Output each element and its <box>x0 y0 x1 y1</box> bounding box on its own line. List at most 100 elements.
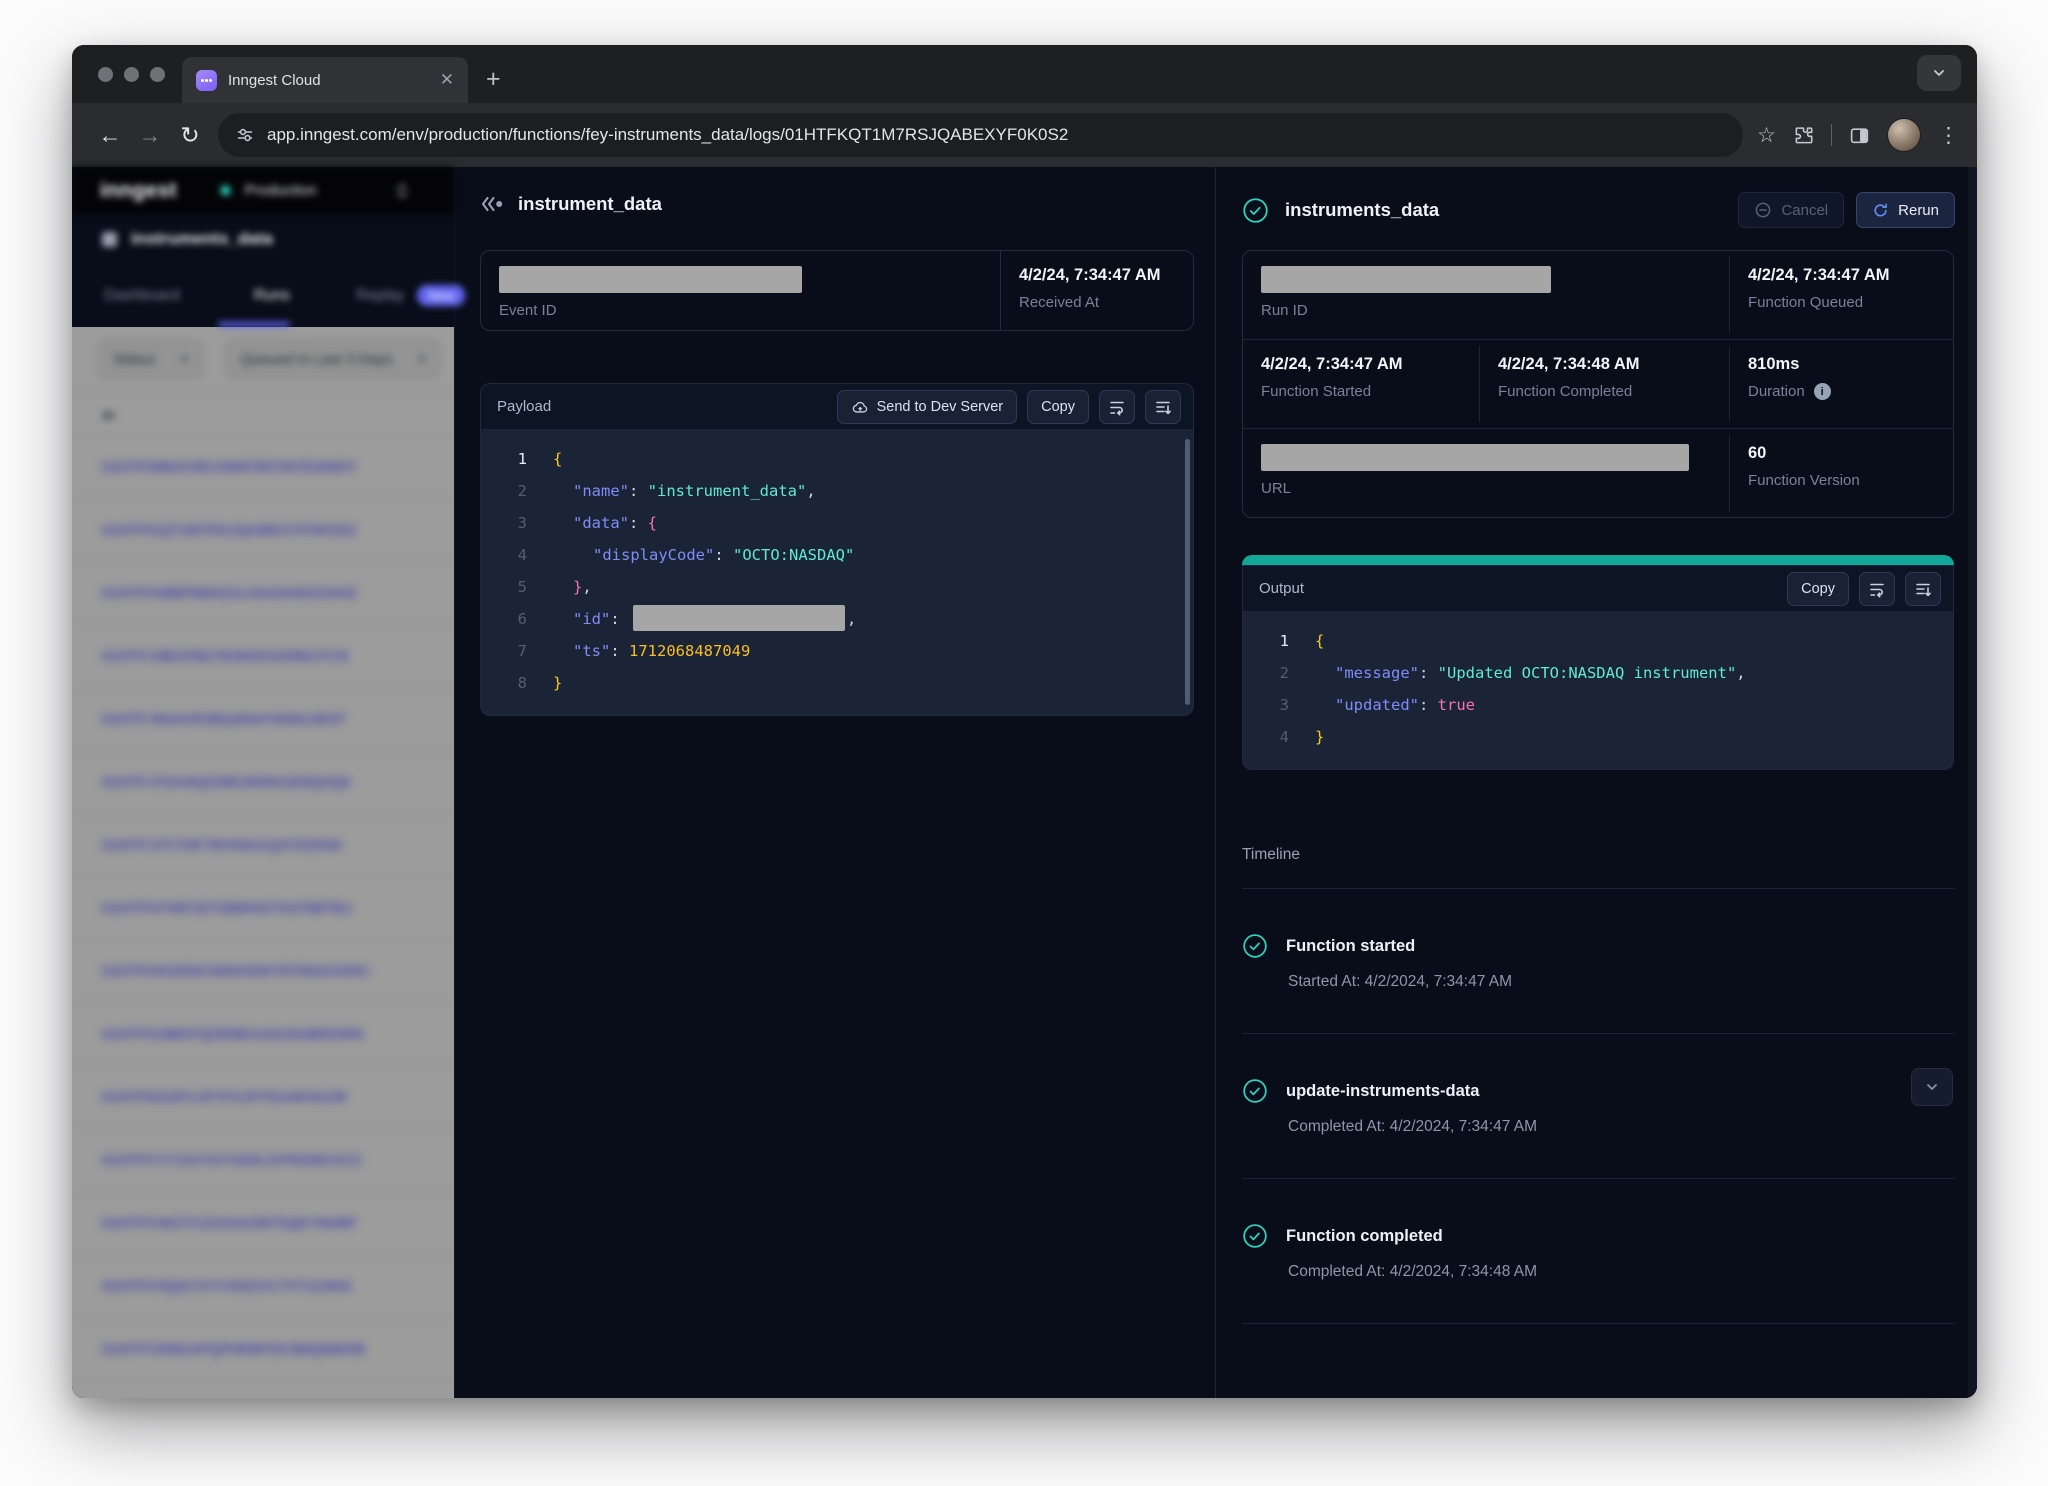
tab-replay[interactable]: Replay <box>356 287 404 305</box>
scrollbar-thumb[interactable] <box>1185 439 1190 705</box>
send-to-dev-server-button[interactable]: Send to Dev Server <box>837 390 1018 424</box>
run-id[interactable]: 01HTFC5QG7ZYVXNZVC7VT1Z4K6 <box>72 1255 454 1318</box>
address-bar[interactable]: app.inngest.com/env/production/functions… <box>218 113 1743 157</box>
payload-card: Payload Send to Dev Server Copy <box>480 383 1194 716</box>
chevron-down-icon: ▾ <box>182 351 189 367</box>
run-id[interactable]: 01HTFJ7C7HF7RVN011Q3YD2530 <box>72 814 454 877</box>
inngest-favicon-icon <box>196 70 217 91</box>
word-wrap-button[interactable] <box>1099 390 1135 424</box>
step-check-icon <box>1242 1078 1268 1104</box>
date-range-label: Queued in Last 3 Days <box>240 351 393 368</box>
tab-search-chevron-button[interactable] <box>1917 55 1961 91</box>
reload-button[interactable]: ↻ <box>170 122 210 149</box>
browser-tab[interactable]: Inngest Cloud ✕ <box>182 57 468 103</box>
maximize-window-button[interactable] <box>150 67 165 82</box>
code-line: 1{ <box>481 443 1193 475</box>
run-id[interactable]: 01HTFJ7DA6Q2385JWNH1E8Q2Q0 <box>72 751 454 814</box>
run-id-label: Run ID <box>1261 302 1711 319</box>
event-icon <box>480 196 504 212</box>
timeline-item-function-started: Function started Started At: 4/2/2024, 7… <box>1242 889 1955 1034</box>
function-square-icon <box>102 232 117 247</box>
info-icon[interactable]: i <box>1814 383 1831 400</box>
function-row[interactable]: instruments_data <box>72 214 454 264</box>
redacted-value <box>633 605 845 631</box>
timeline-subtitle: Completed At: 4/2/2024, 7:34:48 AM <box>1288 1263 1955 1281</box>
payload-code: 1{2"name": "instrument_data",3"data": {4… <box>480 429 1194 716</box>
run-id[interactable]: 01HTFHXGR0CWNHSWY8T9NAVGRC <box>72 940 454 1003</box>
status-filter[interactable]: Status ▾ <box>98 340 203 378</box>
tab-runs[interactable]: Runs <box>254 287 290 305</box>
url-text[interactable]: app.inngest.com/env/production/functions… <box>267 125 1068 145</box>
run-id[interactable]: 01HTFCWZ7CZ2X3AZM75QEYNH8F <box>72 1192 454 1255</box>
run-panel: instruments_data Cancel Rerun <box>1216 167 1977 1398</box>
tab-dashboard[interactable]: Dashboard <box>104 287 180 305</box>
extensions-icon[interactable] <box>1793 125 1814 146</box>
run-id[interactable]: 01HTFKMBPMD0ZAJ4AG04KD3A02 <box>72 562 454 625</box>
profile-avatar[interactable] <box>1887 118 1921 152</box>
function-version-value: 60 <box>1748 444 1935 463</box>
expand-step-button[interactable] <box>1911 1068 1953 1106</box>
run-id[interactable]: 01HTFHYWF32TSB9HGT01F5BTBJ <box>72 877 454 940</box>
output-success-bar <box>1242 555 1954 565</box>
status-filter-label: Status <box>113 351 156 368</box>
run-id[interactable]: 01HTFJ3B1PB27EWGK5Z086JYC8 <box>72 625 454 688</box>
timeline-item-update-instruments-data: update-instruments-data Completed At: 4/… <box>1242 1034 1955 1179</box>
menu-kebab-icon[interactable]: ⋮ <box>1938 123 1959 148</box>
bookmark-star-icon[interactable]: ☆ <box>1757 123 1776 148</box>
code-line: 3"data": { <box>481 507 1193 539</box>
run-id[interactable]: 01HTFN86XV8CXW8785TW7E3WDY <box>72 436 454 499</box>
scrollbar-gutter[interactable] <box>1968 167 1977 1398</box>
minimize-window-button[interactable] <box>124 67 139 82</box>
new-tab-button[interactable]: + <box>486 65 501 94</box>
event-panel: instrument_data Event ID 4/2/24, 7:34:47… <box>455 167 1216 1398</box>
run-id[interactable]: 01HTFJ94AVE0BQ48AF4DM13E9T <box>72 688 454 751</box>
payload-title: Payload <box>497 398 827 415</box>
run-id[interactable]: 01HTFCYYZGYGYGDKJVP82NKXCZ <box>72 1129 454 1192</box>
tab-strip: Inngest Cloud ✕ + <box>72 45 1977 103</box>
code-line: 2"message": "Updated OCTO:NASDAQ instrum… <box>1243 657 1953 689</box>
code-line: 7"ts": 1712068487049 <box>481 635 1193 667</box>
side-panel-icon[interactable] <box>1849 125 1870 146</box>
step-check-icon <box>1242 1223 1268 1249</box>
step-check-icon <box>1242 933 1268 959</box>
back-button[interactable]: ← <box>90 122 130 149</box>
output-scroll-to-bottom-button[interactable] <box>1905 572 1941 606</box>
function-version-label: Function Version <box>1748 472 1935 489</box>
code-line: 2"name": "instrument_data", <box>481 475 1193 507</box>
event-id-redacted <box>499 266 802 293</box>
environment-chevrons-icon[interactable] <box>394 182 410 200</box>
tab-close-icon[interactable]: ✕ <box>440 70 454 90</box>
rerun-button[interactable]: Rerun <box>1856 192 1955 228</box>
cancel-circle-icon <box>1754 201 1772 219</box>
output-copy-button[interactable]: Copy <box>1787 572 1849 606</box>
code-line: 4"displayCode": "OCTO:NASDAQ" <box>481 539 1193 571</box>
run-id-list: 01HTFN86XV8CXW8785TW7E3WDY01HTFKQT1M7RSJ… <box>72 436 454 1381</box>
date-range-filter[interactable]: Queued in Last 3 Days ▾ <box>225 340 440 378</box>
run-id[interactable]: 01HTFEG3FVJP7FZJP7EA5KN3JR <box>72 1066 454 1129</box>
environment-selector[interactable]: Production <box>221 182 317 199</box>
filter-row: Status ▾ Queued in Last 3 Days ▾ <box>72 327 454 392</box>
sidebar: inngest Production instruments_data Dash… <box>72 167 455 1398</box>
chevron-down-icon <box>1924 1079 1940 1095</box>
timeline-subtitle: Completed At: 4/2/2024, 7:34:47 AM <box>1288 1118 1955 1136</box>
received-at-value: 4/2/24, 7:34:47 AM <box>1019 266 1161 285</box>
inngest-logo[interactable]: inngest <box>100 179 177 203</box>
output-card: Output Copy 1{2"message": "Updated O <box>1242 555 1954 770</box>
forward-button[interactable]: → <box>130 122 170 149</box>
site-settings-icon[interactable] <box>236 126 254 144</box>
id-column-header: ID <box>72 392 454 436</box>
timeline-item-function-completed: Function completed Completed At: 4/2/202… <box>1242 1179 1955 1324</box>
function-queued-value: 4/2/24, 7:34:47 AM <box>1748 266 1935 285</box>
run-id[interactable]: 01HTFCR9KAPQP0R8PZK3MQNMXB <box>72 1318 454 1381</box>
cloud-icon <box>851 398 869 416</box>
run-id[interactable]: 01HTFG3BKPQSR9EAA910GBRARN <box>72 1003 454 1066</box>
chevron-down-icon: ▾ <box>419 351 426 367</box>
run-id[interactable]: 01HTFKQT1M7RSJQABEXYF0K0S2 <box>72 499 454 562</box>
scroll-to-bottom-button[interactable] <box>1145 390 1181 424</box>
window-controls[interactable] <box>98 67 165 82</box>
close-window-button[interactable] <box>98 67 113 82</box>
cancel-button[interactable]: Cancel <box>1738 192 1844 228</box>
payload-copy-button[interactable]: Copy <box>1027 390 1089 424</box>
environment-status-dot <box>221 186 230 195</box>
output-word-wrap-button[interactable] <box>1859 572 1895 606</box>
